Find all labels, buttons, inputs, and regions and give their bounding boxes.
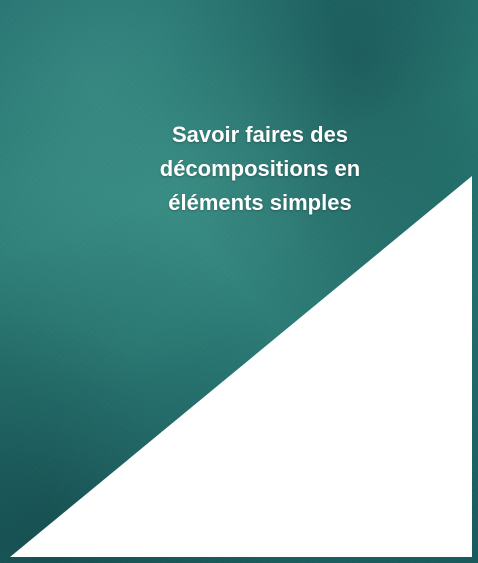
title-line-1: Savoir faires des <box>171 122 349 147</box>
slide-canvas: Savoir faires des décompositions en élém… <box>0 0 478 563</box>
title-line-3: éléments simples <box>168 190 352 215</box>
slide-title: Savoir faires des décompositions en élém… <box>140 118 380 220</box>
title-line-2: décompositions en <box>159 156 361 181</box>
white-triangle-shape <box>10 176 472 557</box>
